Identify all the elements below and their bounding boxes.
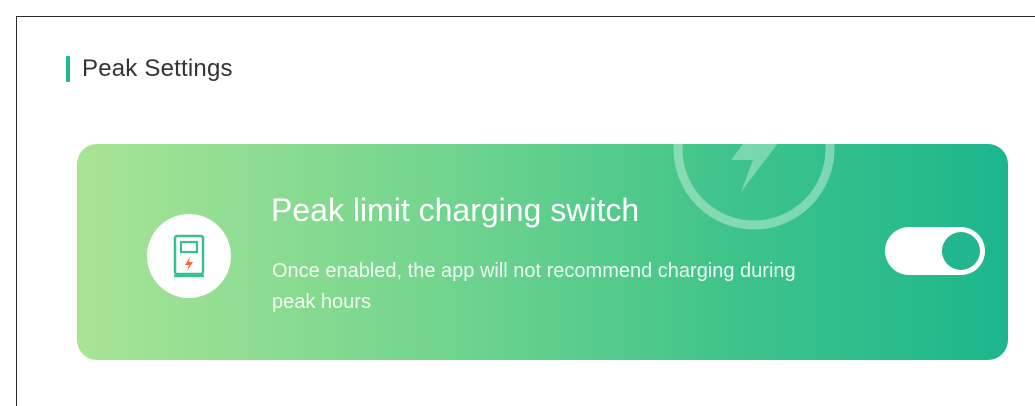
toggle-knob[interactable]: [942, 232, 980, 270]
peak-limit-card: Peak limit charging switch Once enabled,…: [77, 144, 1008, 360]
peak-limit-title: Peak limit charging switch: [271, 192, 640, 228]
peak-limit-toggle[interactable]: [885, 227, 985, 275]
charging-station-icon: [173, 234, 205, 278]
section-accent-bar: [66, 56, 70, 82]
charging-station-badge: [147, 214, 231, 298]
peak-limit-description: Once enabled, the app will not recommend…: [272, 260, 796, 313]
section-title: Peak Settings: [82, 55, 233, 82]
section-header: Peak Settings: [66, 55, 233, 83]
lightning-bolt-icon: [673, 144, 835, 230]
